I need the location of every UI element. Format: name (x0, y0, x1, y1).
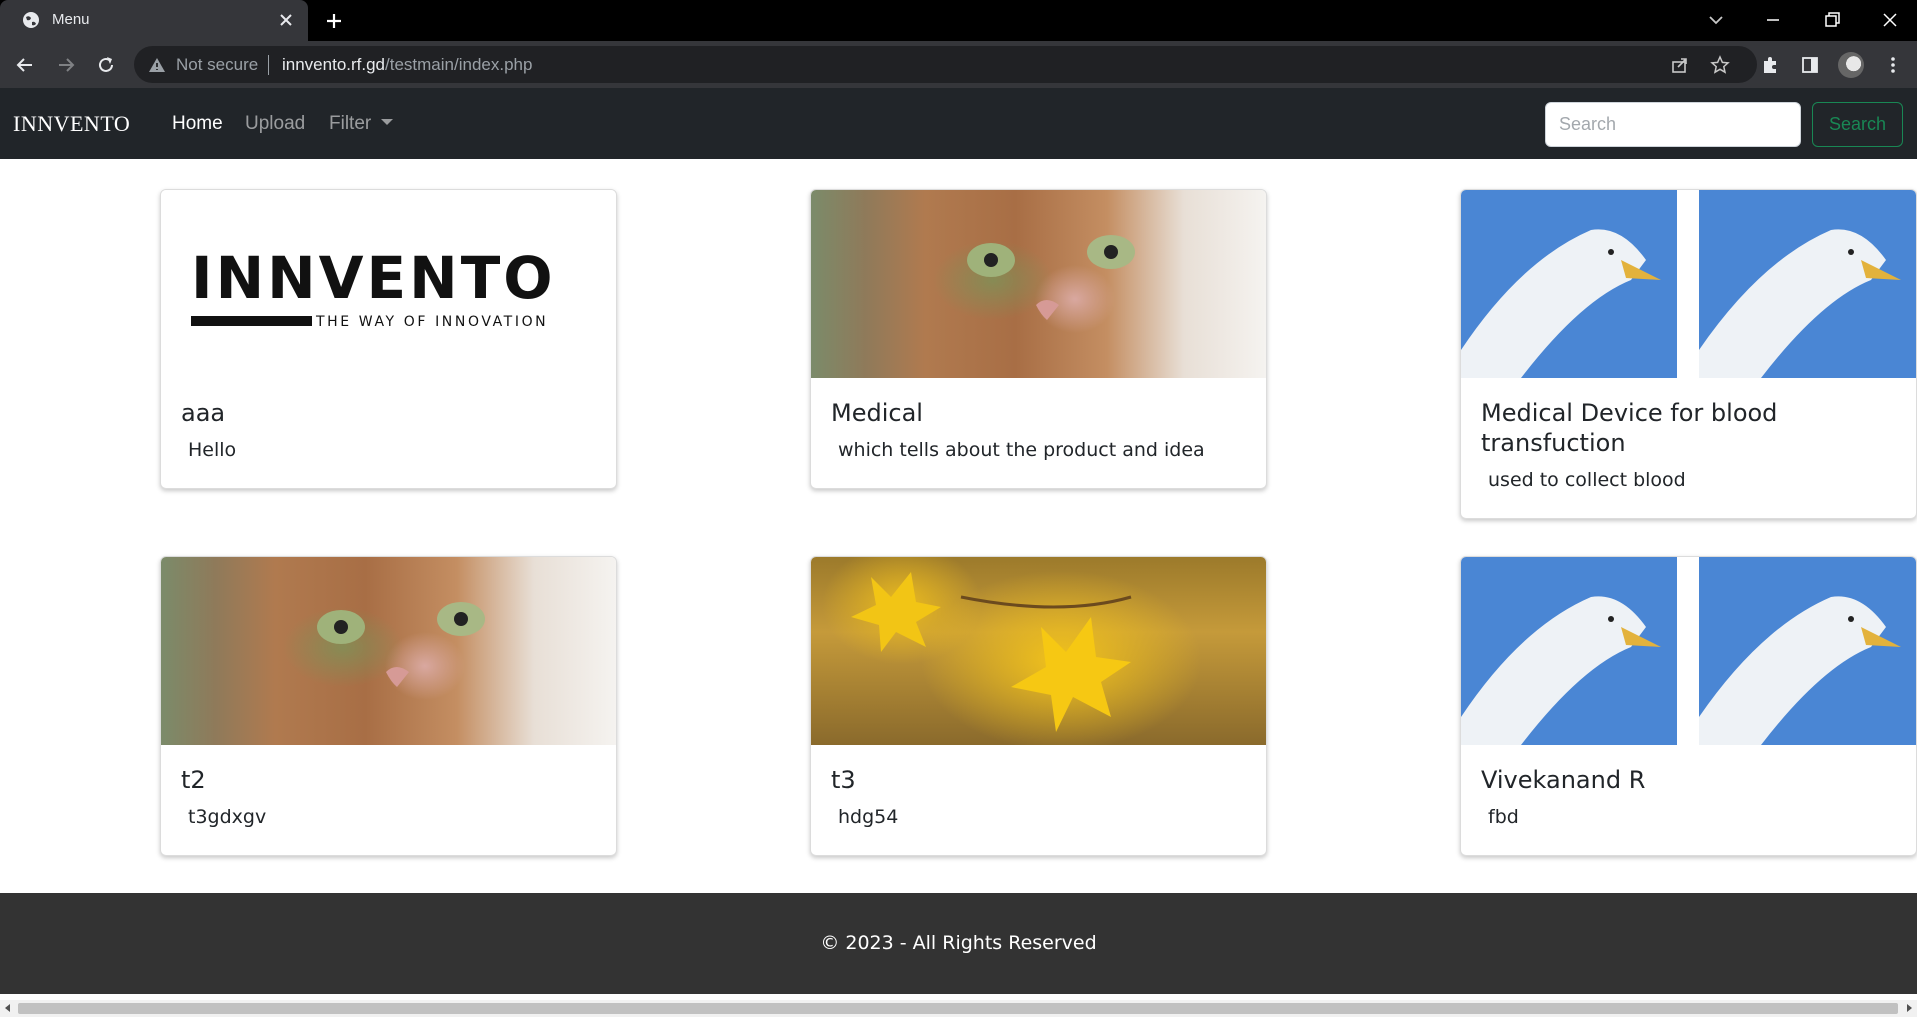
restore-icon[interactable] (1822, 10, 1842, 30)
security-status[interactable]: Not secure (176, 55, 258, 75)
nav-filter-dropdown[interactable]: Filter (329, 113, 394, 135)
card-title: Medical (831, 399, 923, 427)
card-title: Medical Device for blood transfuction (1481, 399, 1778, 457)
card-title: t2 (181, 766, 206, 794)
nav-home[interactable]: Home (172, 113, 223, 135)
browser-tab-bar: Menu (0, 0, 1917, 41)
card-image-innvento-logo: INNVENTO THE WAY OF INNOVATION (161, 190, 616, 378)
card-image-seagulls (1461, 557, 1916, 745)
close-window-icon[interactable] (1880, 10, 1900, 30)
card-vivekanand-r[interactable]: Vivekanand R fbd (1460, 556, 1917, 856)
caret-down-icon (381, 118, 394, 125)
globe-icon (23, 12, 39, 28)
site-navbar: INNVENTO Home Upload Filter Search (0, 88, 1917, 159)
card-title: aaa (181, 399, 226, 427)
seagulls-image (1461, 557, 1901, 745)
search-button[interactable]: Search (1812, 102, 1903, 147)
scroll-left-icon[interactable] (5, 1004, 10, 1012)
nav-upload[interactable]: Upload (245, 113, 305, 135)
card-image-cat (811, 190, 1266, 378)
extensions-icon[interactable] (1760, 55, 1780, 75)
minimize-icon[interactable] (1763, 10, 1783, 30)
share-icon[interactable] (1670, 55, 1690, 75)
card-text: hdg54 (838, 806, 899, 828)
card-aaa[interactable]: INNVENTO THE WAY OF INNOVATION aaa Hello (160, 189, 617, 489)
brand-logo[interactable]: INNVENTO (13, 111, 130, 137)
card-title: t3 (831, 766, 856, 794)
close-tab-icon[interactable] (277, 11, 295, 29)
card-medical[interactable]: Medical which tells about the product an… (810, 189, 1267, 489)
card-image-yellow-leaves (811, 557, 1266, 745)
nav-filter-label: Filter (329, 113, 372, 134)
horizontal-scrollbar[interactable] (0, 1000, 1917, 1017)
warning-icon[interactable] (148, 56, 166, 74)
innvento-logo-image: INNVENTO THE WAY OF INNOVATION (191, 244, 556, 330)
side-panel-icon[interactable] (1800, 55, 1820, 75)
new-tab-icon[interactable] (324, 11, 344, 31)
search-input[interactable] (1545, 102, 1801, 147)
yellow-leaves-image (851, 572, 1132, 732)
url-text[interactable]: innvento.rf.gd/testmain/index.php (282, 55, 532, 75)
logo-underline (191, 316, 312, 326)
tab-title: Menu (52, 11, 90, 28)
footer-copyright: © 2023 - All Rights Reserved (820, 932, 1097, 954)
card-text: fbd (1488, 806, 1519, 828)
site-footer: © 2023 - All Rights Reserved (0, 893, 1917, 994)
url-path: /testmain/index.php (385, 55, 533, 74)
cat-image (967, 235, 1135, 320)
card-medical-device[interactable]: Medical Device for blood transfuction us… (1460, 189, 1917, 519)
card-image-cat (161, 557, 616, 745)
scroll-right-icon[interactable] (1907, 1004, 1912, 1012)
back-icon[interactable] (14, 54, 36, 76)
browser-toolbar: Not secure innvento.rf.gd/testmain/index… (0, 41, 1917, 88)
card-text: which tells about the product and idea (838, 439, 1205, 461)
card-t2[interactable]: t2 t3gdxgv (160, 556, 617, 856)
address-bar[interactable]: Not secure innvento.rf.gd/testmain/index… (134, 46, 1757, 83)
card-title: Vivekanand R (1481, 766, 1646, 794)
browser-tab[interactable]: Menu (0, 0, 308, 41)
seagulls-image (1461, 190, 1901, 378)
logo-wordmark: INNVENTO (191, 244, 556, 312)
menu-kebab-icon[interactable] (1883, 55, 1903, 75)
scrollbar-thumb[interactable] (18, 1003, 1898, 1014)
forward-icon[interactable] (55, 54, 77, 76)
address-separator (268, 55, 269, 75)
cat-image (317, 602, 485, 687)
card-text: Hello (188, 439, 237, 461)
card-text: used to collect blood (1488, 469, 1686, 491)
card-t3[interactable]: t3 hdg54 (810, 556, 1267, 856)
tab-search-icon[interactable] (1706, 10, 1726, 30)
card-image-seagulls (1461, 190, 1916, 378)
bookmark-star-icon[interactable] (1710, 55, 1730, 75)
profile-avatar[interactable] (1838, 52, 1864, 78)
reload-icon[interactable] (95, 54, 117, 76)
url-host: innvento.rf.gd (282, 55, 386, 74)
logo-tagline: THE WAY OF INNOVATION (315, 314, 548, 330)
card-text: t3gdxgv (188, 806, 267, 828)
